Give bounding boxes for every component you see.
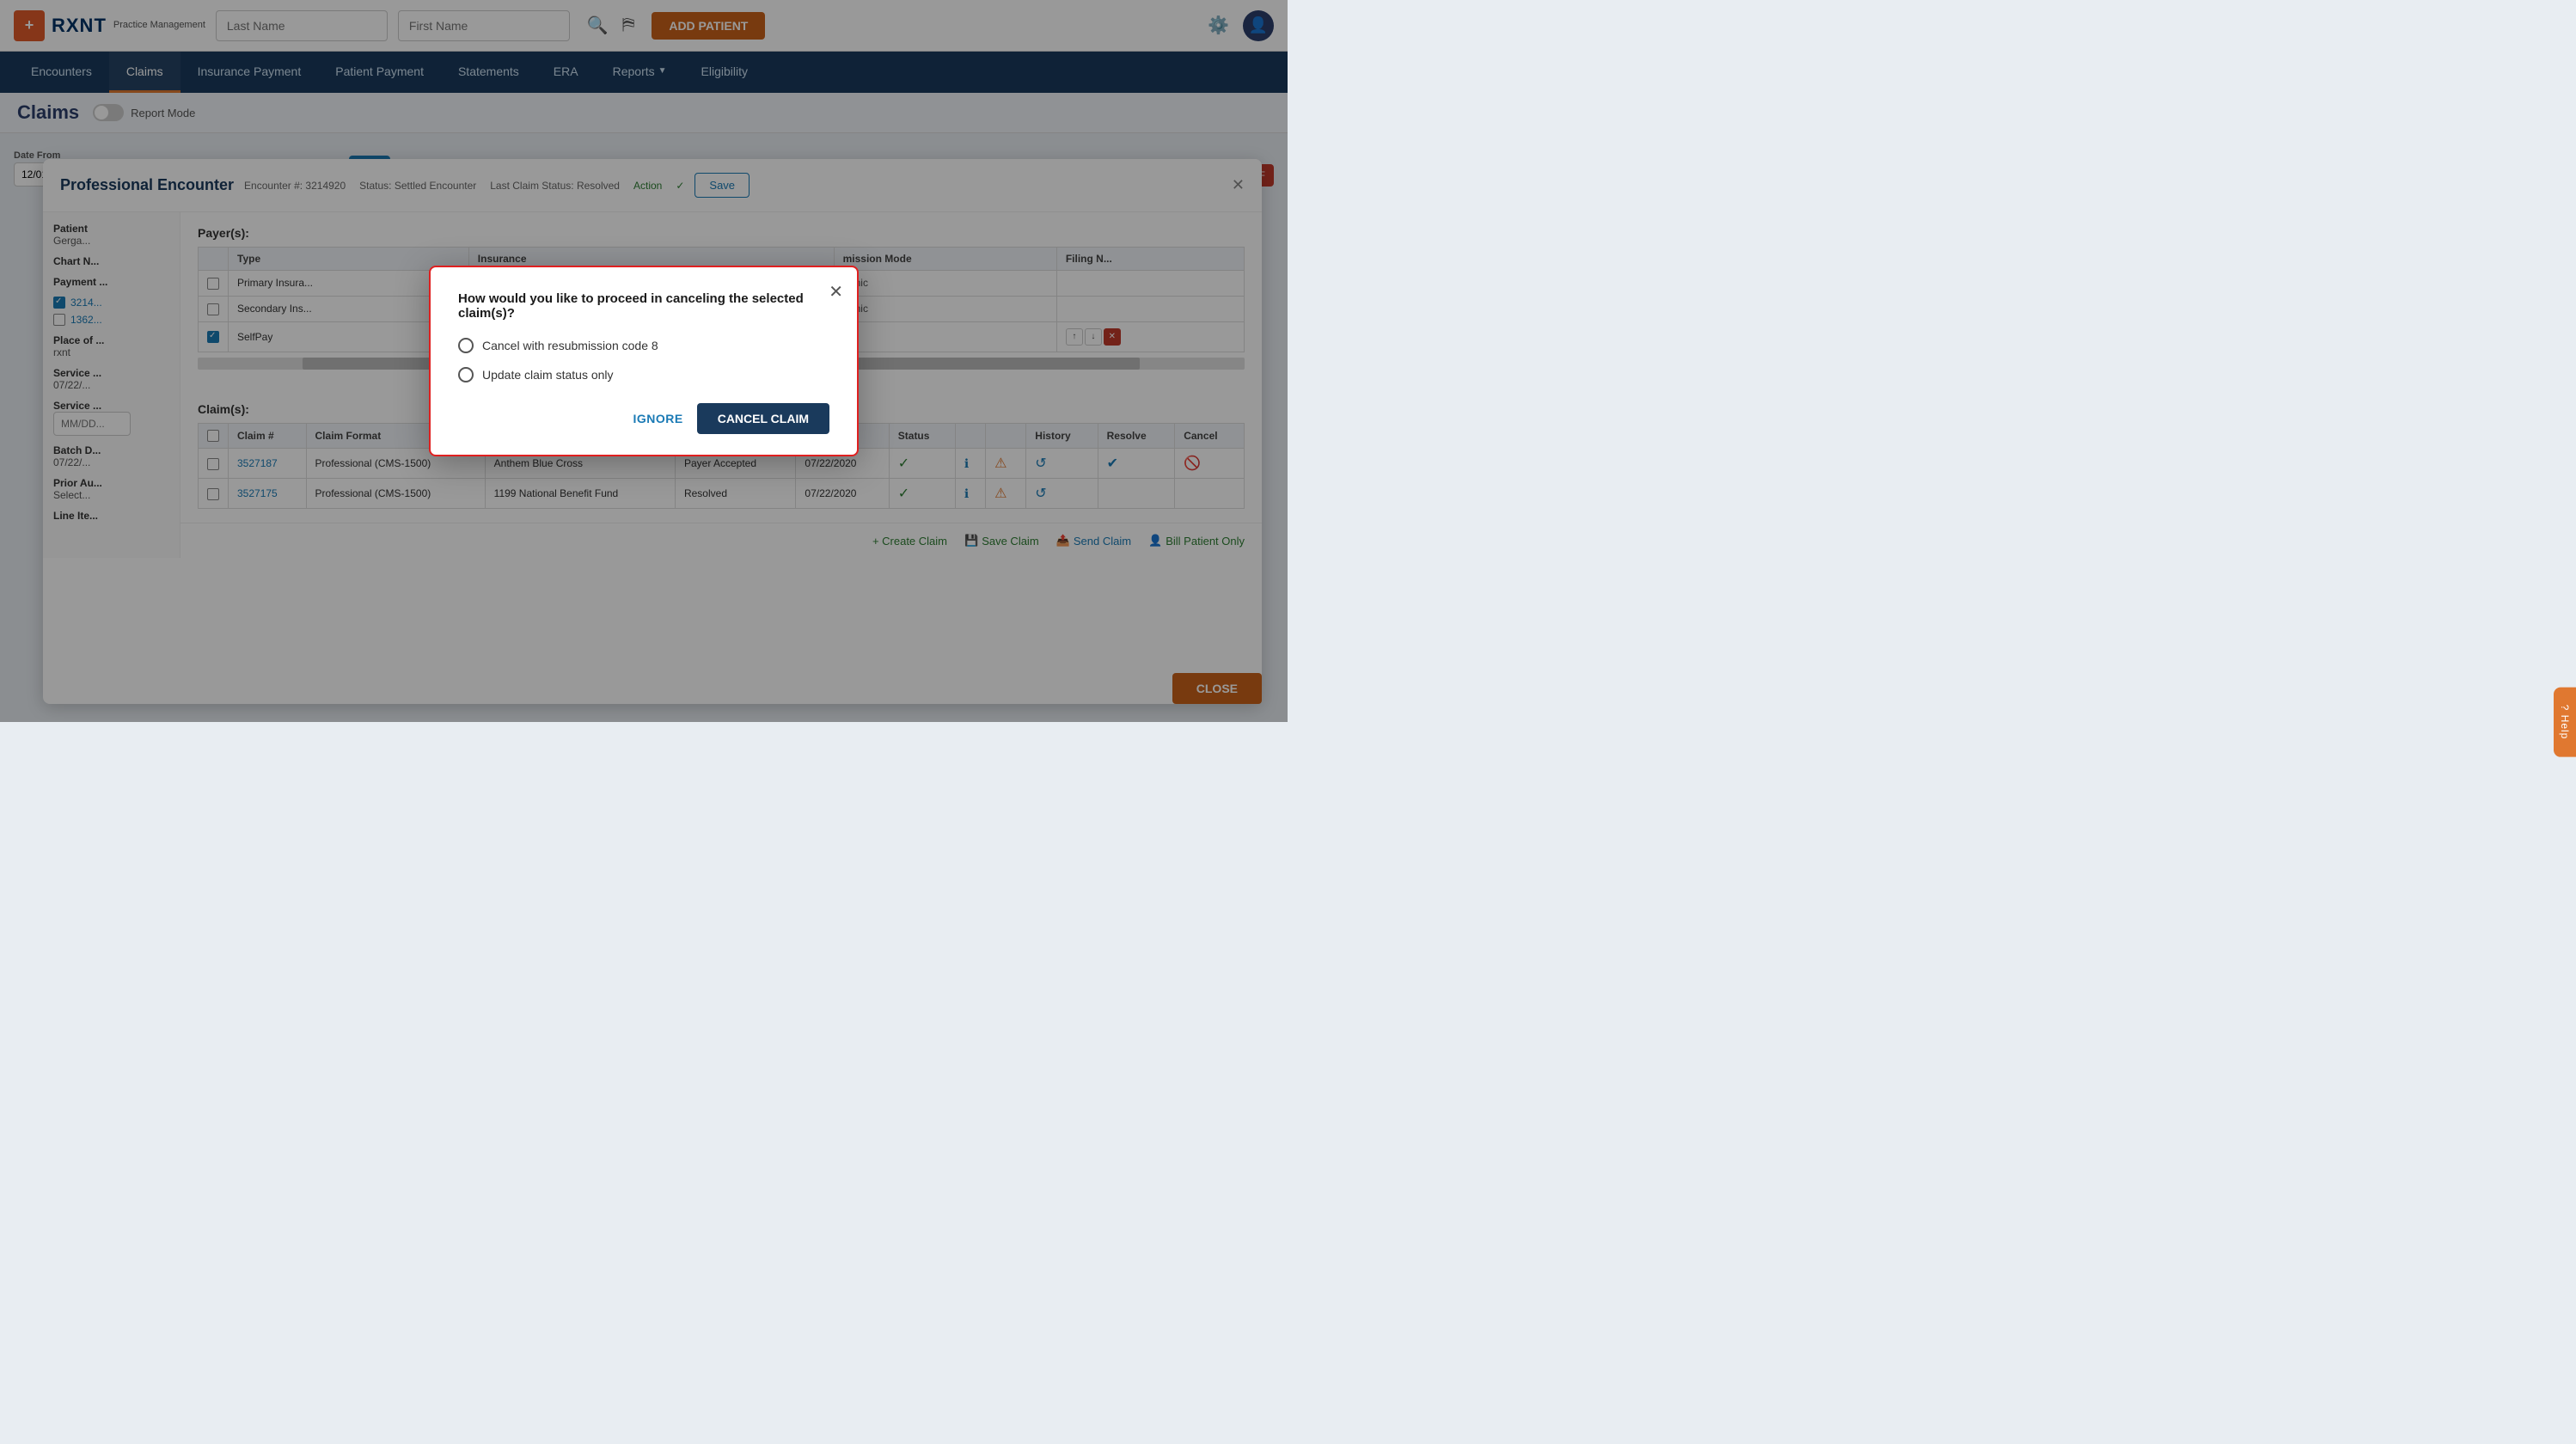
cancel-dialog-title: How would you like to proceed in canceli… <box>458 291 829 321</box>
help-button[interactable]: ? Help <box>2554 688 2576 757</box>
radio-status-only-label: Update claim status only <box>482 368 614 382</box>
modal-overlay: ✕ How would you like to proceed in cance… <box>0 0 1288 722</box>
radio-resubmission-label: Cancel with resubmission code 8 <box>482 339 658 352</box>
radio-option-status-only[interactable]: Update claim status only <box>458 367 829 382</box>
radio-resubmission[interactable] <box>458 338 474 353</box>
ignore-button[interactable]: IGNORE <box>633 403 682 434</box>
cancel-dialog-close-button[interactable]: ✕ <box>829 281 843 303</box>
cancel-claim-dialog: ✕ How would you like to proceed in cance… <box>429 266 859 456</box>
cancel-claim-confirm-button[interactable]: CANCEL CLAIM <box>697 403 829 434</box>
radio-status-only[interactable] <box>458 367 474 382</box>
dialog-buttons: IGNORE CANCEL CLAIM <box>458 403 829 434</box>
radio-option-resubmission[interactable]: Cancel with resubmission code 8 <box>458 338 829 353</box>
